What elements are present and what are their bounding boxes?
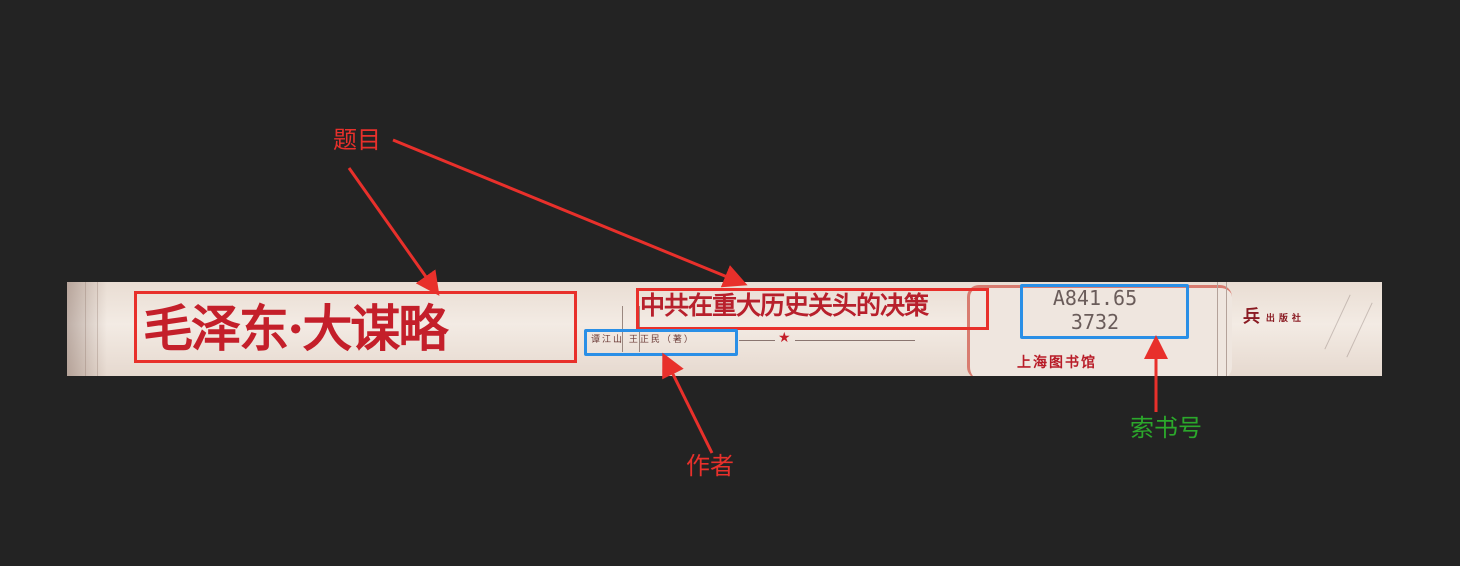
rule-line: [795, 340, 915, 341]
author-highlight-box: [584, 329, 738, 356]
scratch-mark: [1346, 302, 1373, 358]
title-arrow: [347, 167, 440, 296]
publisher: 兵 出版社: [1243, 302, 1305, 327]
library-name: 上海图书馆: [1017, 355, 1097, 371]
scratch-mark: [1324, 294, 1351, 350]
spine-crease: [97, 282, 98, 376]
subtitle-arrow: [392, 138, 748, 288]
call-number-highlight-box: [1020, 284, 1189, 339]
title-label: 题目: [333, 126, 381, 154]
publisher-text: 出版社: [1265, 314, 1305, 324]
spine-shadow: [67, 282, 107, 376]
rule-line: [739, 340, 775, 341]
star-icon: ★: [778, 330, 791, 346]
call-number-label: 索书号: [1130, 414, 1202, 442]
publisher-mark: 兵: [1243, 307, 1260, 327]
spine-crease: [85, 282, 86, 376]
author-label: 作者: [686, 452, 734, 480]
subtitle-highlight-box: [636, 288, 989, 330]
publisher-divider: [1217, 282, 1227, 376]
title-highlight-box: [134, 291, 577, 363]
